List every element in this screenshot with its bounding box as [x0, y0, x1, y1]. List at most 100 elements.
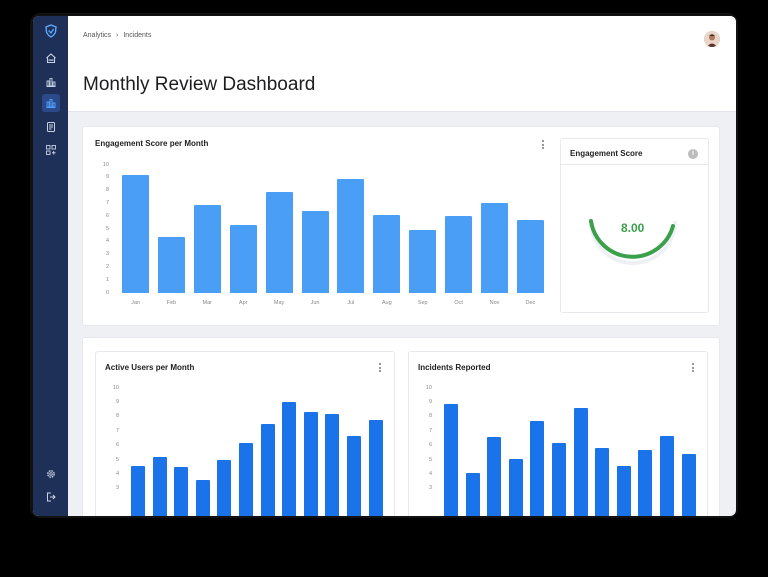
- more-options-icon[interactable]: [541, 139, 545, 151]
- y-tick-label: 5: [105, 225, 109, 232]
- chart-bar[interactable]: [217, 460, 232, 516]
- y-tick-label: 2: [105, 263, 109, 270]
- x-tick-label: Feb: [166, 300, 177, 306]
- engagement-chart-card: Engagement Score per Month 0 1 2 3 4 5 6 7 8 9 10 J…: [82, 126, 720, 326]
- y-tick-label: 7: [115, 427, 119, 434]
- y-tick-label: 9: [428, 398, 432, 405]
- y-tick-label: 7: [428, 427, 432, 434]
- chart-bar[interactable]: [681, 454, 696, 516]
- chart-bar[interactable]: [239, 442, 253, 516]
- chart-bar[interactable]: [260, 424, 275, 516]
- chart-bar[interactable]: [195, 480, 210, 516]
- y-tick-label: 8: [115, 413, 119, 420]
- report-icon[interactable]: [42, 118, 60, 136]
- chart-bar[interactable]: [445, 216, 473, 293]
- chart-bar[interactable]: [325, 413, 340, 516]
- y-tick-label: 3: [428, 485, 432, 492]
- chart-bar[interactable]: [303, 412, 318, 516]
- chart-bar[interactable]: [465, 472, 480, 516]
- y-tick-label: 5: [428, 456, 432, 463]
- page-header: Analytics › Incidents Monthly Review Das…: [68, 16, 736, 112]
- y-tick-label: 10: [425, 384, 432, 391]
- chart-bar[interactable]: [301, 211, 329, 293]
- bar-chart-icon[interactable]: [42, 73, 60, 91]
- y-tick-label: 1: [105, 276, 109, 283]
- x-tick-label: Jul: [347, 300, 355, 306]
- chart-bar[interactable]: [368, 419, 383, 516]
- y-tick-label: 6: [115, 442, 119, 449]
- chart-bar[interactable]: [409, 230, 437, 293]
- y-tick-label: 9: [115, 398, 119, 405]
- chart-bar[interactable]: [516, 220, 544, 293]
- home-icon[interactable]: [42, 49, 60, 67]
- y-tick-label: 4: [428, 470, 432, 477]
- y-tick-label: 3: [115, 485, 119, 492]
- gauge-divider: [561, 164, 708, 165]
- x-tick-label: Aug: [381, 300, 392, 306]
- chart-bar[interactable]: [508, 458, 523, 516]
- chart-bar[interactable]: [481, 203, 508, 293]
- chart-bar[interactable]: [193, 204, 221, 293]
- more-options-icon[interactable]: [691, 362, 695, 374]
- chart-bar[interactable]: [347, 435, 361, 516]
- widgets-icon[interactable]: [42, 141, 60, 159]
- y-tick-label: 6: [105, 212, 109, 219]
- y-tick-label: 0: [105, 289, 109, 296]
- chart-bar[interactable]: [229, 225, 257, 293]
- y-tick-label: 5: [115, 456, 119, 463]
- y-tick-label: 10: [102, 161, 109, 168]
- y-tick-label: 8: [428, 413, 432, 420]
- bottom-row-card: Active Users per Month 3 4 5 6 7 8 9 10 Inciden…: [82, 337, 720, 516]
- y-tick-label: 4: [115, 470, 119, 477]
- x-tick-label: Nov: [489, 300, 500, 306]
- page-title: Monthly Review Dashboard: [83, 74, 316, 95]
- sidebar: [33, 16, 68, 516]
- x-tick-label: Sep: [417, 300, 428, 306]
- x-tick-label: Dec: [525, 300, 536, 306]
- engagement-gauge-card: Engagement Score i 8.00: [560, 138, 709, 313]
- chart-bar[interactable]: [157, 236, 185, 293]
- breadcrumb-item-incidents[interactable]: Incidents: [123, 32, 151, 39]
- gauge-value: 8.00: [621, 221, 645, 235]
- analytics-icon[interactable]: [42, 94, 60, 112]
- avatar[interactable]: [704, 31, 720, 47]
- chart-bar[interactable]: [573, 408, 588, 516]
- chart-bar[interactable]: [373, 214, 401, 293]
- chart-bar[interactable]: [487, 436, 502, 516]
- chart-bar[interactable]: [638, 449, 653, 516]
- info-icon[interactable]: i: [688, 149, 698, 159]
- chart-bar[interactable]: [265, 191, 293, 293]
- x-tick-label: Mar: [202, 300, 213, 306]
- y-tick-label: 9: [105, 174, 109, 181]
- breadcrumb-separator: ›: [116, 32, 119, 39]
- incidents-card: Incidents Reported 3 4 5 6 7 8 9 10: [408, 351, 708, 516]
- x-tick-label: Jan: [131, 300, 140, 306]
- breadcrumb: Analytics › Incidents: [83, 32, 151, 39]
- chart-bar[interactable]: [122, 175, 149, 293]
- y-tick-label: 8: [105, 187, 109, 194]
- y-tick-label: 7: [105, 199, 109, 206]
- chart-bar[interactable]: [337, 179, 365, 293]
- chart-bar[interactable]: [131, 465, 145, 516]
- y-tick-label: 4: [105, 238, 109, 245]
- chart-bar[interactable]: [174, 467, 189, 516]
- chart-bar[interactable]: [660, 435, 674, 516]
- y-tick-label: 10: [112, 384, 119, 391]
- chart-bar[interactable]: [444, 403, 458, 516]
- shield-logo-icon[interactable]: [42, 22, 60, 40]
- app-screen: Analytics › Incidents Monthly Review Das…: [33, 16, 736, 516]
- active-users-card: Active Users per Month 3 4 5 6 7 8 9 10: [95, 351, 395, 516]
- logout-icon[interactable]: [42, 488, 60, 506]
- chart-bar[interactable]: [595, 448, 610, 516]
- chart-bar[interactable]: [152, 457, 167, 516]
- chart-bar[interactable]: [282, 402, 297, 516]
- chart-bar[interactable]: [552, 442, 566, 516]
- more-options-icon[interactable]: [378, 362, 382, 374]
- chart-bar[interactable]: [616, 465, 631, 516]
- y-tick-label: 6: [428, 442, 432, 449]
- breadcrumb-item-analytics[interactable]: Analytics: [83, 32, 111, 39]
- x-tick-label: Oct: [454, 300, 463, 306]
- chart-bar[interactable]: [530, 421, 545, 516]
- main-content: Analytics › Incidents Monthly Review Das…: [68, 16, 736, 516]
- settings-icon[interactable]: [42, 465, 60, 483]
